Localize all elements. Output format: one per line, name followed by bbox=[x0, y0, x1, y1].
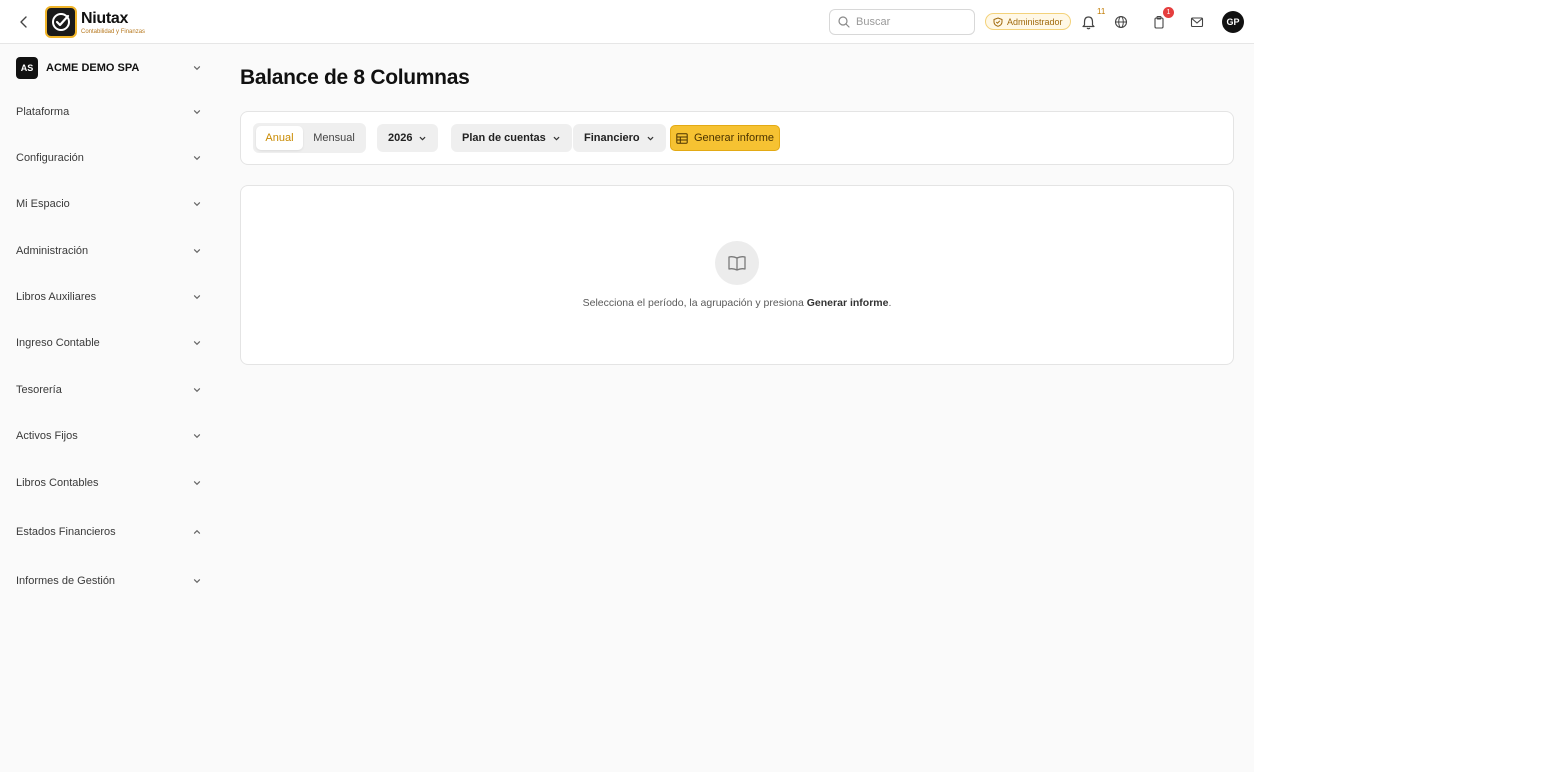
view-select[interactable]: Financiero bbox=[573, 124, 666, 152]
app-root: Niutax Contabilidad y Finanzas Administr… bbox=[0, 0, 1254, 772]
top-header: Niutax Contabilidad y Finanzas Administr… bbox=[0, 0, 1254, 44]
sidebar-item-label: Tesorería bbox=[16, 384, 62, 396]
sidebar-item-tesoreria[interactable]: Tesorería bbox=[16, 381, 202, 399]
user-avatar[interactable]: GP bbox=[1222, 11, 1244, 33]
chevron-down-icon bbox=[647, 136, 653, 140]
role-badge-label: Administrador bbox=[1007, 16, 1063, 27]
sidebar-item-libros-auxiliares[interactable]: Libros Auxiliares bbox=[16, 288, 202, 306]
page-title: Balance de 8 Columnas bbox=[240, 66, 470, 89]
table-icon bbox=[676, 132, 688, 144]
open-book-icon bbox=[728, 256, 746, 271]
empty-state-message: Selecciona el período, la agrupación y p… bbox=[241, 297, 1233, 309]
sidebar-item-mi-espacio[interactable]: Mi Espacio bbox=[16, 195, 202, 213]
chevron-down-icon bbox=[420, 136, 426, 140]
chevron-down-icon bbox=[193, 202, 201, 207]
sidebar-item-label: Configuración bbox=[16, 152, 84, 164]
shield-check-icon bbox=[993, 16, 1003, 27]
sidebar-item-estados-financieros[interactable]: Estados Financieros bbox=[16, 523, 202, 541]
bell-icon bbox=[1081, 15, 1095, 29]
grouping-select[interactable]: Plan de cuentas bbox=[451, 124, 572, 152]
notifications-button[interactable] bbox=[1078, 12, 1098, 32]
brand-name: Niutax bbox=[81, 10, 129, 27]
company-name: ACME DEMO SPA bbox=[46, 62, 140, 74]
generate-report-button[interactable]: Generar informe bbox=[670, 125, 780, 151]
generate-report-label: Generar informe bbox=[693, 132, 775, 144]
sidebar-item-plataforma[interactable]: Plataforma bbox=[16, 103, 202, 121]
back-button[interactable] bbox=[14, 12, 34, 32]
empty-state-text: Selecciona el período, la agrupación y p… bbox=[582, 297, 807, 309]
chevron-down-icon bbox=[193, 579, 201, 584]
company-selector[interactable]: AS ACME DEMO SPA bbox=[16, 57, 202, 79]
chevron-down-icon bbox=[553, 136, 560, 140]
chevron-left-icon bbox=[20, 16, 27, 28]
search-input[interactable] bbox=[856, 16, 966, 28]
empty-state-strong: Generar informe bbox=[806, 297, 889, 309]
search-icon bbox=[838, 16, 850, 28]
report-toolbar: Anual Mensual 2026 Plan de cuentas Finan… bbox=[240, 111, 1234, 165]
sidebar-item-label: Libros Auxiliares bbox=[16, 291, 97, 303]
tab-mensual[interactable]: Mensual bbox=[305, 126, 363, 150]
year-select-value: 2026 bbox=[388, 132, 413, 144]
sidebar-item-label: Informes de Gestión bbox=[16, 575, 116, 587]
sidebar-item-label: Ingreso Contable bbox=[16, 337, 100, 349]
chevron-down-icon bbox=[193, 388, 201, 393]
role-badge[interactable]: Administrador bbox=[985, 13, 1071, 30]
tab-anual[interactable]: Anual bbox=[256, 126, 303, 150]
mail-icon bbox=[1190, 17, 1204, 28]
sidebar-item-libros-contables[interactable]: Libros Contables bbox=[16, 474, 202, 492]
sidebar-item-label: Administración bbox=[16, 245, 89, 257]
sidebar-item-configuracion[interactable]: Configuración bbox=[16, 149, 202, 167]
notifications-count: 11 bbox=[1097, 7, 1106, 16]
search-box[interactable] bbox=[829, 9, 975, 35]
sidebar-item-administracion[interactable]: Administración bbox=[16, 242, 202, 260]
sidebar-item-label: Mi Espacio bbox=[16, 198, 70, 210]
check-circle-logo-icon bbox=[52, 13, 70, 31]
chevron-down-icon bbox=[193, 341, 201, 346]
sidebar-item-label: Activos Fijos bbox=[16, 430, 78, 442]
sidebar-item-informes-de-gestion[interactable]: Informes de Gestión bbox=[16, 572, 202, 590]
chevron-down-icon bbox=[193, 481, 201, 486]
empty-state-card: Selecciona el período, la agrupación y p… bbox=[240, 185, 1234, 365]
empty-state-period: . bbox=[888, 297, 892, 309]
tasks-count-badge: 1 bbox=[1163, 7, 1174, 18]
period-toggle: Anual Mensual bbox=[253, 123, 366, 153]
chevron-down-icon bbox=[193, 156, 201, 161]
chevron-down-icon bbox=[193, 434, 201, 439]
year-select[interactable]: 2026 bbox=[377, 124, 439, 152]
chevron-up-icon bbox=[193, 529, 201, 534]
sidebar-item-label: Estados Financieros bbox=[16, 526, 116, 538]
chevron-down-icon bbox=[193, 66, 201, 71]
sidebar-item-ingreso-contable[interactable]: Ingreso Contable bbox=[16, 334, 202, 352]
sidebar-item-activos-fijos[interactable]: Activos Fijos bbox=[16, 427, 202, 445]
sidebar-item-label: Plataforma bbox=[16, 106, 70, 118]
language-button[interactable] bbox=[1111, 12, 1131, 32]
grouping-select-value: Plan de cuentas bbox=[462, 132, 546, 144]
clipboard-icon bbox=[1154, 16, 1164, 29]
brand-subtitle: Contabilidad y Finanzas bbox=[81, 29, 146, 35]
chevron-down-icon bbox=[193, 249, 201, 254]
logo bbox=[45, 6, 77, 38]
globe-icon bbox=[1114, 15, 1128, 29]
chevron-down-icon bbox=[193, 110, 201, 115]
company-avatar: AS bbox=[16, 57, 38, 79]
empty-state-icon-wrap bbox=[715, 241, 759, 285]
chevron-down-icon bbox=[193, 295, 201, 300]
messages-button[interactable] bbox=[1187, 12, 1207, 32]
view-select-value: Financiero bbox=[584, 132, 640, 144]
sidebar-item-label: Libros Contables bbox=[16, 477, 99, 489]
